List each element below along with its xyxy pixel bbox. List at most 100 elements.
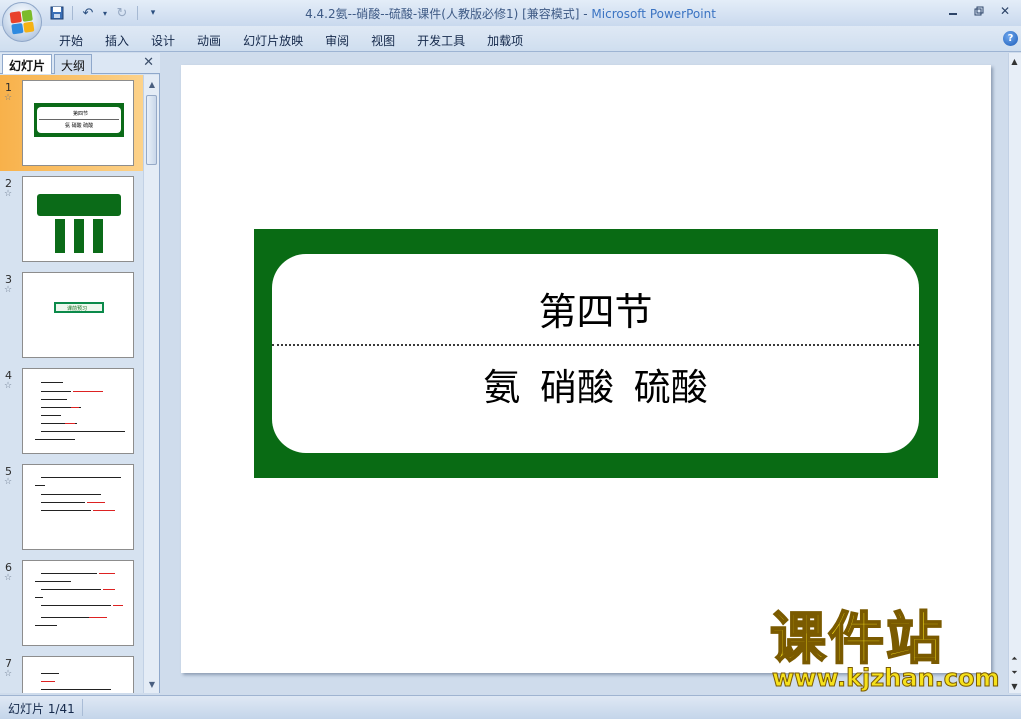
slide-title[interactable]: 第四节 bbox=[272, 281, 919, 336]
slide-preview bbox=[22, 560, 134, 646]
scroll-down-icon[interactable]: ▼ bbox=[1009, 680, 1020, 692]
tab-view[interactable]: 视图 bbox=[360, 29, 406, 52]
transition-star-icon: ☆ bbox=[4, 285, 13, 295]
minimize-icon[interactable] bbox=[941, 2, 965, 20]
mini-header-block bbox=[37, 194, 121, 216]
previous-slide-icon[interactable]: ⏶ bbox=[1009, 653, 1020, 665]
transition-star-icon: ☆ bbox=[4, 381, 13, 391]
slide-counter: 幻灯片 1/41 bbox=[8, 702, 75, 716]
tab-design[interactable]: 设计 bbox=[140, 29, 186, 52]
mini-text-line bbox=[41, 617, 89, 618]
title-banner: 第四节 氨 硝酸 硫酸 bbox=[254, 229, 938, 478]
window-title: 4.4.2氨--硝酸--硫酸-课件(人教版必修1) [兼容模式] - Micro… bbox=[0, 5, 1021, 22]
mini-text-line bbox=[35, 439, 75, 440]
tab-animations[interactable]: 动画 bbox=[186, 29, 232, 52]
mini-text-line bbox=[41, 589, 101, 590]
mini-text-line bbox=[41, 689, 111, 690]
mini-text-line bbox=[73, 391, 103, 392]
thumbnail-scrollbar[interactable]: ▲ ▼ bbox=[143, 75, 159, 693]
help-icon[interactable]: ? bbox=[1003, 31, 1018, 46]
slide-thumbnail-6[interactable]: 6 ☆ bbox=[0, 555, 143, 651]
mini-text-line bbox=[35, 625, 57, 626]
slide-thumbnail-4[interactable]: 4 ☆ bbox=[0, 363, 143, 459]
tab-slideshow[interactable]: 幻灯片放映 bbox=[232, 29, 314, 52]
scroll-up-icon[interactable]: ▲ bbox=[1009, 55, 1020, 67]
mini-text-line bbox=[41, 510, 91, 511]
mini-text-line bbox=[41, 502, 85, 503]
mini-column bbox=[93, 219, 103, 253]
mini-column bbox=[74, 219, 84, 253]
mini-text-line bbox=[71, 407, 79, 408]
watermark-logo: 课件站 bbox=[769, 607, 944, 672]
mini-text-line bbox=[41, 382, 63, 383]
scroll-thumb[interactable] bbox=[146, 95, 157, 165]
mini-text-line bbox=[41, 605, 111, 606]
mini-text-line bbox=[113, 605, 123, 606]
mini-text-line bbox=[93, 510, 115, 511]
tab-home[interactable]: 开始 bbox=[48, 29, 94, 52]
mini-text-line bbox=[99, 573, 115, 574]
slide-preview bbox=[22, 368, 134, 454]
slide-thumbnail-3[interactable]: 3 ☆ 课前预习 bbox=[0, 267, 143, 363]
mini-text-line bbox=[41, 477, 121, 478]
title-bar: ↶ ▾ ↻ ▾ 4.4.2氨--硝酸--硫酸-课件(人教版必修1) [兼容模式]… bbox=[0, 0, 1021, 26]
status-separator bbox=[82, 699, 83, 716]
tab-outline[interactable]: 大纲 bbox=[54, 54, 93, 74]
dotted-divider bbox=[272, 344, 919, 346]
scroll-up-icon[interactable]: ▲ bbox=[144, 77, 160, 91]
mini-text-line bbox=[41, 391, 71, 392]
slide-preview bbox=[22, 176, 134, 262]
slide-subtitle[interactable]: 氨 硝酸 硫酸 bbox=[272, 357, 919, 411]
mini-text-line bbox=[103, 589, 115, 590]
tab-developer[interactable]: 开发工具 bbox=[406, 29, 476, 52]
slide-1[interactable]: 第四节 氨 硝酸 硫酸 bbox=[181, 65, 991, 673]
slide-thumbnail-7[interactable]: 7 ☆ bbox=[0, 651, 143, 693]
next-slide-icon[interactable]: ⏷ bbox=[1009, 667, 1020, 679]
scroll-down-icon[interactable]: ▼ bbox=[144, 677, 160, 691]
mini-text-line bbox=[41, 415, 61, 416]
ribbon-tab-bar: 开始 插入 设计 动画 幻灯片放映 审阅 视图 开发工具 加载项 ? bbox=[0, 26, 1021, 52]
mini-text-line bbox=[41, 573, 97, 574]
tab-addins[interactable]: 加载项 bbox=[476, 29, 534, 52]
transition-star-icon: ☆ bbox=[4, 189, 13, 199]
title-banner-inner: 第四节 氨 硝酸 硫酸 bbox=[272, 254, 919, 453]
slide-thumbnail-1[interactable]: 1 ☆ 第四节 氨 硝酸 硫酸 bbox=[0, 75, 143, 171]
close-panel-icon[interactable]: ✕ bbox=[143, 55, 154, 70]
transition-star-icon: ☆ bbox=[4, 573, 13, 583]
slide-preview: 课前预习 bbox=[22, 272, 134, 358]
restore-icon[interactable] bbox=[967, 2, 991, 20]
office-logo-icon bbox=[9, 9, 35, 35]
mini-text-line bbox=[35, 597, 43, 598]
tab-review[interactable]: 审阅 bbox=[314, 29, 360, 52]
mini-text-line bbox=[41, 431, 125, 432]
status-bar: 幻灯片 1/41 bbox=[0, 695, 1021, 719]
document-title: 4.4.2氨--硝酸--硫酸-课件(人教版必修1) [兼容模式] - bbox=[305, 7, 592, 21]
transition-star-icon: ☆ bbox=[4, 93, 13, 103]
watermark-url: www.kjzhan.com bbox=[771, 664, 1000, 692]
window-controls: ✕ bbox=[941, 2, 1017, 20]
thumbnail-list: 1 ☆ 第四节 氨 硝酸 硫酸 2 ☆ 3 ☆ 课前预习 4 ☆ 5 ☆ 6 ☆… bbox=[0, 75, 143, 693]
mini-text-line bbox=[41, 494, 101, 495]
slide-preview bbox=[22, 464, 134, 550]
mini-subtitle: 氨 硝酸 硫酸 bbox=[65, 123, 94, 129]
mini-title: 第四节 bbox=[73, 111, 89, 117]
mini-text-line bbox=[35, 485, 45, 486]
tab-slides[interactable]: 幻灯片 bbox=[2, 54, 53, 74]
mini-banner: 第四节 氨 硝酸 硫酸 bbox=[34, 103, 124, 137]
slide-thumbnail-5[interactable]: 5 ☆ bbox=[0, 459, 143, 555]
slide-scrollbar[interactable]: ▲ ⏶ ⏷ ▼ bbox=[1008, 53, 1021, 693]
slide-thumbnail-2[interactable]: 2 ☆ bbox=[0, 171, 143, 267]
mini-text-line bbox=[35, 581, 71, 582]
mini-text-line bbox=[87, 502, 105, 503]
slide-editor[interactable]: 第四节 氨 硝酸 硫酸 bbox=[165, 53, 1008, 693]
office-button[interactable] bbox=[2, 2, 42, 42]
mini-text-line bbox=[41, 673, 59, 674]
mini-label-box: 课前预习 bbox=[54, 302, 104, 313]
mini-column bbox=[55, 219, 65, 253]
mini-text-line bbox=[65, 423, 75, 424]
transition-star-icon: ☆ bbox=[4, 477, 13, 487]
app-name: Microsoft PowerPoint bbox=[591, 7, 716, 21]
mini-label: 课前预习 bbox=[67, 306, 88, 312]
close-icon[interactable]: ✕ bbox=[993, 2, 1017, 20]
tab-insert[interactable]: 插入 bbox=[94, 29, 140, 52]
